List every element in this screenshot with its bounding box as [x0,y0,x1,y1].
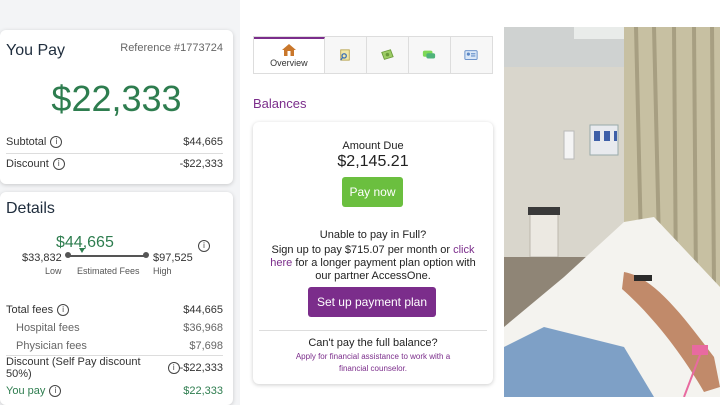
info-icon[interactable]: i [49,385,62,397]
range-high-label: High [153,266,172,276]
balances-heading: Balances [253,96,307,111]
total-fees-row: Total fees i $44,665 [6,302,223,318]
tab-bar: Overview [253,36,493,74]
self-pay-discount-row: Discount (Self Pay discount 50%) i -$22,3… [6,356,223,380]
you-pay-amount: $22,333 [51,78,182,119]
tab-documents[interactable] [325,37,367,73]
range-high-value: $97,525 [153,252,193,264]
discount-label: Discount [6,158,49,170]
physician-fees-row: Physician fees $7,698 [16,338,223,354]
hospital-fees-value: $36,968 [183,322,223,334]
you-pay-card: You Pay Reference #1773724 $22,333 Subto… [0,30,233,184]
hospital-bed-image [504,27,720,397]
tab-messages[interactable] [409,37,451,73]
you-pay-value: $22,333 [183,385,223,397]
reference-number: Reference #1773724 [120,42,223,54]
fee-range-line [68,255,146,257]
info-icon[interactable]: i [57,304,70,316]
info-icon[interactable]: i [52,158,65,170]
tab-payments[interactable] [367,37,409,73]
range-marker-icon [79,248,85,253]
info-icon[interactable]: i [50,136,63,148]
financial-assistance-link[interactable]: Apply for financial assistance to work w… [281,351,465,375]
document-icon [340,49,351,61]
house-icon [281,44,296,56]
amount-due-value: $2,145.21 [337,153,409,170]
payment-plan-text: Sign up to pay $715.07 per month or clic… [265,244,481,283]
signup-text-end: for a longer payment plan option with ou… [292,257,476,282]
subtotal-value: $44,665 [183,136,223,148]
pay-now-button[interactable]: Pay now [342,177,403,207]
money-icon [381,49,395,60]
tab-overview[interactable]: Overview [254,37,325,73]
divider [259,330,487,331]
hospital-fees-label: Hospital fees [16,322,80,334]
total-fees-label: Total fees [6,304,54,316]
subtotal-label: Subtotal [6,136,47,148]
you-pay-title: You Pay [6,42,66,59]
chat-icon [423,50,436,59]
discount-row: Discount i -$22,333 [6,156,223,172]
signup-text-start: Sign up to pay $715.07 per month or [271,244,454,256]
range-low-value: $33,832 [22,252,62,264]
total-fees-value: $44,665 [183,304,223,316]
you-pay-label: You pay [6,385,46,397]
balance-card: Amount Due $2,145.21 Pay now Unable to p… [253,122,493,384]
discount-value: -$22,333 [179,158,223,170]
id-card-icon [464,50,479,60]
tab-account[interactable] [451,37,492,73]
amount-due-label: Amount Due [342,140,404,152]
details-card: Details $44,665 $33,832 $97,525 Low Esti… [0,192,233,405]
unable-to-pay-text: Unable to pay in Full? [319,229,427,241]
hospital-room-photo [504,27,720,397]
setup-payment-plan-button[interactable]: Set up payment plan [308,287,436,317]
physician-fees-label: Physician fees [16,340,87,352]
range-low-dot [65,252,71,258]
info-icon[interactable]: i [198,240,210,252]
cant-pay-text: Can't pay the full balance? [308,337,438,349]
self-pay-discount-value: -$22,333 [179,362,223,374]
self-pay-discount-label: Discount (Self Pay discount 50%) [6,356,141,380]
range-high-dot [143,252,149,258]
range-low-label: Low [45,266,62,276]
hospital-fees-row: Hospital fees $36,968 [16,320,223,336]
subtotal-row: Subtotal i $44,665 [6,134,223,150]
tab-overview-label: Overview [270,58,308,68]
range-mid-label: Estimated Fees [77,266,140,276]
details-title: Details [6,200,55,217]
you-pay-row: You pay i $22,333 [6,383,223,399]
divider [6,153,223,154]
physician-fees-value: $7,698 [189,340,223,352]
info-icon[interactable]: i [167,362,180,374]
